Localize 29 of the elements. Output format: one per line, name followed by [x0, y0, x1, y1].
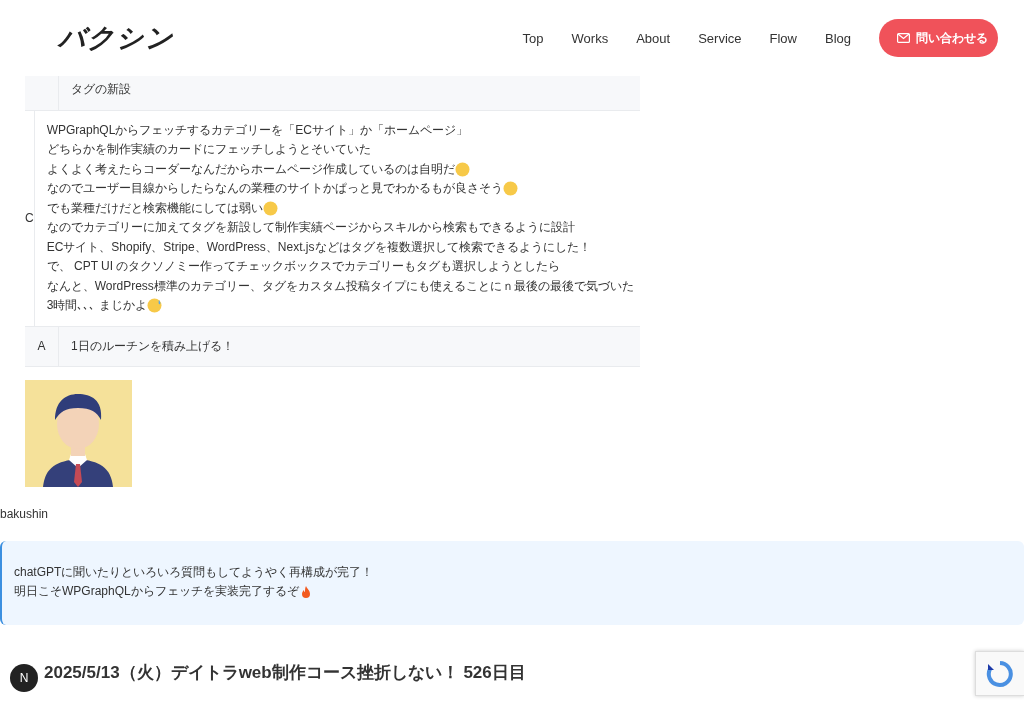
text-line: よくよく考えたらコーダーなんだからホームページ作成しているのは自明だ	[46, 160, 455, 178]
author-name: bakushin	[0, 507, 50, 521]
text-line: 明日こそWPGraphQLからフェッチを実装完了するぞ	[14, 583, 299, 600]
text-line: なのでユーザー目線からしたらなんの業種のサイトかぱっと見でわかるもが良さそう	[46, 180, 503, 197]
mail-icon	[897, 33, 910, 43]
row-label: C	[25, 211, 34, 225]
text-line: どちらかを制作実績のカードにフェッチしようとそいていた	[46, 141, 371, 158]
nav-link[interactable]: Top	[522, 30, 544, 46]
recaptcha-icon	[986, 659, 1014, 688]
text-line: chatGPTに聞いたりといろいろ質問もしてようやく再構成が完了！	[14, 564, 374, 581]
nav-link[interactable]: Blog	[824, 30, 851, 46]
text-line: なのでカテゴリーに加えてタグを新設して制作実績ページからスキルから検索もできるように設計	[46, 219, 575, 236]
text-line: WPGraphQLからフェッチするカテゴリーを「ECサイト」か「ホームページ」	[46, 121, 469, 139]
text-line: 3時間､､､ まじかよ	[46, 297, 147, 314]
post-title: 2025/5/13（火）デイトラweb制作コース挫折しない！ 526日目	[44, 662, 526, 684]
text-line: でも業種だけだと検索機能にしては弱い	[46, 199, 263, 217]
text-line: タグの新設	[71, 81, 131, 98]
sweat-emoji-icon	[146, 298, 162, 314]
nav-link[interactable]: Flow	[769, 30, 797, 46]
row-label: A	[37, 339, 46, 354]
text-line: 1日のルーチンを積み上げる！	[71, 337, 234, 355]
text-line: ECサイト、Shopify、Stripe、WordPress、Next.jsなどはタグを複数選択して検索できるようにした！	[46, 238, 591, 256]
nav-link[interactable]: Service	[698, 30, 742, 46]
floating-badge[interactable]: N	[10, 664, 38, 692]
logo[interactable]: バクシン	[58, 20, 523, 56]
text-line: で、 CPT UI のタクソノミー作ってチェックボックスでカテゴリーもタグも選択しようとしたら	[46, 258, 561, 275]
nav-link[interactable]: About	[636, 30, 671, 46]
nav-link[interactable]: Works	[571, 30, 609, 46]
text-line: なんと、WordPress標準のカテゴリー、タグをカスタム投稿タイプにも使えることにｎ最後の最後で気づいた	[46, 277, 634, 295]
